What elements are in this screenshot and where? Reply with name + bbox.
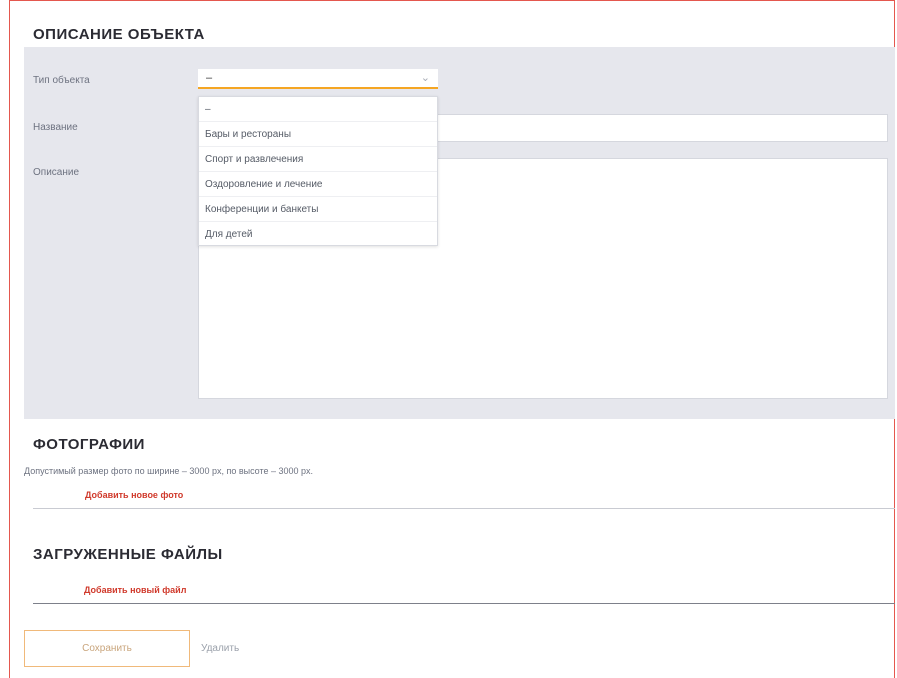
object-description-label: Описание [33,167,80,178]
dropdown-option[interactable]: Оздоровление и лечение [199,172,437,197]
photos-section-title: ФОТОГРАФИИ [33,436,145,453]
files-divider [33,603,895,604]
photos-divider [33,508,895,509]
object-type-select[interactable]: – ⌄ [198,69,438,89]
save-button[interactable]: Сохранить [24,630,190,667]
object-section-title: ОПИСАНИЕ ОБЪЕКТА [33,26,205,43]
dropdown-option[interactable]: Для детей [199,222,437,247]
files-section-title: ЗАГРУЖЕННЫЕ ФАЙЛЫ [33,546,223,563]
object-type-value: – [206,72,213,84]
add-file-link[interactable]: Добавить новый файл [84,585,186,595]
chevron-down-icon: ⌄ [420,72,430,84]
dropdown-option[interactable]: Спорт и развлечения [199,147,437,172]
photo-size-hint: Допустимый размер фото по ширине – 3000 … [24,466,314,476]
add-photo-link[interactable]: Добавить новое фото [85,490,183,500]
object-type-dropdown: – Бары и рестораны Спорт и развлечения О… [198,96,438,246]
object-type-label: Тип объекта [33,75,90,86]
delete-link[interactable]: Удалить [201,643,239,654]
object-name-label: Название [33,122,78,133]
dropdown-option[interactable]: – [199,97,437,122]
dropdown-option[interactable]: Конференции и банкеты [199,197,437,222]
dropdown-option[interactable]: Бары и рестораны [199,122,437,147]
